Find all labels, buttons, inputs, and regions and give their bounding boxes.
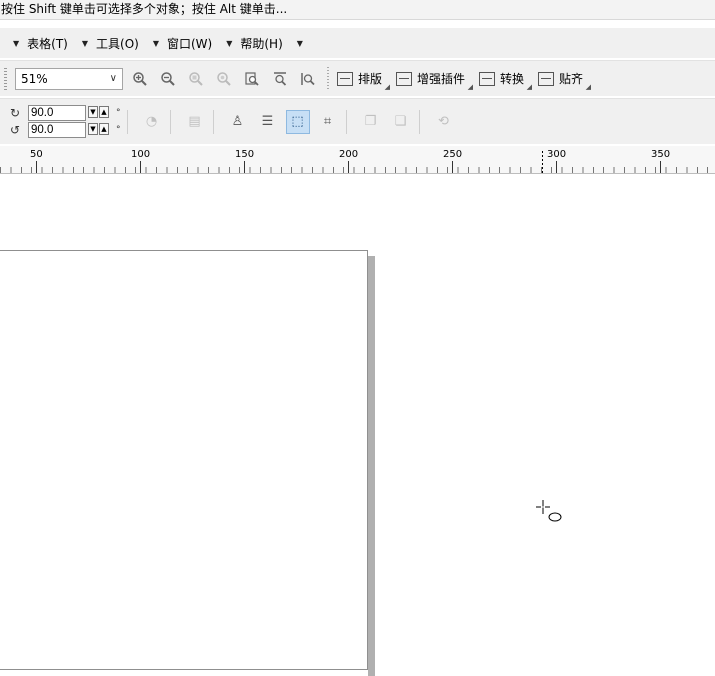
toolbar-window-icon	[337, 71, 353, 86]
dropdown-corner-icon: ◢	[384, 83, 391, 91]
pick-select-icon[interactable]: ⬚	[285, 109, 310, 134]
menu-tools-label: 工具(O)	[96, 36, 139, 51]
menu-window[interactable]: 窗口(W)	[167, 35, 212, 52]
start-angle-input[interactable]	[28, 105, 86, 121]
direction-toggle-icon[interactable]: ◔	[140, 110, 164, 134]
ruler-label: 250	[443, 149, 463, 160]
outline-pen-icon[interactable]: ♙	[226, 110, 250, 134]
drawing-canvas[interactable]	[0, 175, 715, 676]
end-angle-icon: ↺	[10, 123, 21, 137]
status-bar: 按住 Shift 键单击可选择多个对象；按住 Alt 键单击...	[0, 0, 715, 20]
toolbar-grip[interactable]	[4, 67, 7, 90]
zoom-page-icon[interactable]	[241, 68, 263, 90]
toolbar-separator	[169, 109, 171, 134]
horizontal-ruler[interactable]: 50 100 150 200 250 300 350	[0, 146, 715, 174]
chevron-down-icon[interactable]: ▼	[153, 39, 159, 48]
snap-grid-icon	[538, 71, 555, 86]
to-back-icon[interactable]: ❏	[389, 110, 413, 134]
ruler-major-tick	[36, 161, 37, 173]
dropdown-corner-icon: ◢	[467, 83, 474, 91]
menu-window-label: 窗口(W)	[166, 36, 213, 51]
zoom-out-icon[interactable]	[157, 68, 179, 90]
ruler-label: 100	[131, 149, 151, 160]
start-angle-spinner[interactable]: ▼ ▲	[88, 106, 110, 120]
snap-plugin-label: 贴齐	[559, 72, 584, 86]
chevron-down-icon: ∨	[109, 73, 117, 84]
menu-tools[interactable]: 工具(O)	[96, 35, 139, 52]
ruler-major-tick	[452, 161, 453, 173]
wrap-text-icon[interactable]: ▤	[183, 110, 207, 134]
toolbar-window-icon	[396, 71, 413, 86]
menu-bar: ▼ 表格(T) ▼ 工具(O) ▼ 窗口(W) ▼ 帮助(H) ▼	[0, 28, 715, 58]
toolbar-separator	[212, 109, 214, 134]
property-bar: ↻ ▼ ▲ ° ↺ ▼ ▲ ° ◔ ▤ ♙ ☰ ⬚ ⌗ ❐ ❏ ⟲	[0, 98, 715, 144]
zoom-in-icon[interactable]	[129, 68, 151, 90]
zoom-all-icon[interactable]	[213, 68, 235, 90]
ruler-ticks	[0, 167, 715, 173]
transform-select-icon[interactable]: ⌗	[316, 110, 340, 134]
zoom-height-icon[interactable]	[297, 68, 319, 90]
end-angle-input[interactable]	[28, 122, 86, 138]
end-angle-row: ↺ ▼ ▲ °	[10, 122, 121, 139]
spin-down-icon[interactable]: ▼	[88, 106, 98, 118]
toolbar-separator	[418, 109, 420, 134]
ruler-label: 50	[30, 149, 43, 160]
standard-toolbar: 51% ∨ 排版 ◢ 增强插件 ◢ 转换 ◢ 贴齐 ◢	[0, 60, 715, 96]
menu-table[interactable]: 表格(T)	[27, 35, 68, 52]
convert-to-curves-icon[interactable]: ⟲	[432, 110, 456, 134]
convert-plugin-button[interactable]: 转换 ◢	[479, 70, 532, 91]
outline-width-icon[interactable]: ☰	[256, 110, 280, 134]
ruler-major-tick	[556, 161, 557, 173]
ruler-label: 350	[651, 149, 671, 160]
zoom-selected-icon[interactable]	[185, 68, 207, 90]
ruler-label: 300	[547, 149, 567, 160]
to-front-icon[interactable]: ❐	[359, 110, 383, 134]
chevron-down-icon[interactable]: ▼	[82, 39, 88, 48]
zoom-level-value: 51%	[21, 71, 48, 86]
enhance-plugin-label: 增强插件	[417, 72, 466, 86]
menu-overflow-arrow-icon[interactable]: ▼	[13, 39, 19, 48]
enhance-plugin-button[interactable]: 增强插件 ◢	[396, 70, 473, 91]
menu-table-label: 表格(T)	[27, 36, 68, 51]
start-angle-row: ↻ ▼ ▲ °	[10, 105, 121, 122]
toolbar-separator	[327, 66, 329, 91]
end-angle-spinner[interactable]: ▼ ▲	[88, 123, 110, 137]
toolbar-separator	[126, 109, 128, 134]
layout-plugin-label: 排版	[358, 72, 383, 86]
degree-symbol: °	[116, 108, 121, 118]
spin-up-icon[interactable]: ▲	[99, 106, 109, 118]
ruler-label: 150	[235, 149, 255, 160]
document-page[interactable]	[0, 250, 368, 670]
zoom-width-icon[interactable]	[269, 68, 291, 90]
ruler-major-tick	[660, 161, 661, 173]
spin-up-icon[interactable]: ▲	[99, 123, 109, 135]
ruler-major-tick	[244, 161, 245, 173]
zoom-level-select[interactable]: 51% ∨	[15, 67, 123, 90]
dropdown-corner-icon: ◢	[526, 83, 533, 91]
menu-help[interactable]: 帮助(H)	[240, 35, 282, 52]
ellipse-tool-cursor-icon	[534, 498, 564, 528]
dropdown-corner-icon: ◢	[585, 83, 592, 91]
convert-plugin-label: 转换	[500, 72, 525, 86]
degree-symbol: °	[116, 125, 121, 135]
chevron-down-icon[interactable]: ▼	[297, 39, 303, 48]
angle-inputs: ↻ ▼ ▲ ° ↺ ▼ ▲ °	[10, 105, 121, 139]
ruler-cursor-marker	[542, 151, 543, 173]
ruler-major-tick	[140, 161, 141, 173]
menu-help-label: 帮助(H)	[240, 36, 283, 51]
snap-plugin-button[interactable]: 贴齐 ◢	[538, 70, 591, 91]
chevron-down-icon[interactable]: ▼	[226, 39, 232, 48]
layout-plugin-button[interactable]: 排版 ◢	[337, 70, 390, 91]
start-angle-icon: ↻	[10, 106, 21, 120]
ruler-major-tick	[348, 161, 349, 173]
ruler-label: 200	[339, 149, 359, 160]
page-shadow	[368, 256, 375, 676]
status-hint-text: 按住 Shift 键单击可选择多个对象；按住 Alt 键单击...	[1, 2, 288, 16]
spin-down-icon[interactable]: ▼	[88, 123, 98, 135]
toolbar-window-icon	[479, 71, 496, 86]
toolbar-separator	[345, 109, 347, 134]
